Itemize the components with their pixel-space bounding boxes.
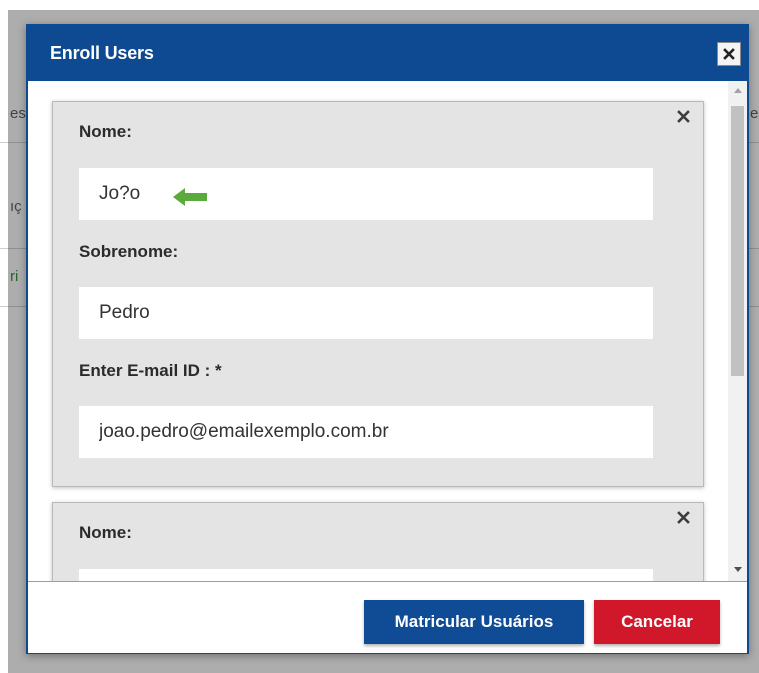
enroll-users-button[interactable]: Matricular Usuários	[364, 600, 584, 644]
first-name-field[interactable]	[79, 168, 653, 220]
scroll-up-icon[interactable]	[728, 81, 747, 98]
cancel-button[interactable]: Cancelar	[594, 600, 720, 644]
last-name-field[interactable]	[79, 287, 653, 339]
dialog-footer: Matricular Usuários Cancelar	[28, 581, 747, 653]
user-entry-card: Nome:	[52, 502, 704, 581]
email-label: Enter E-mail ID : *	[79, 361, 222, 380]
first-name-label: Nome:	[79, 122, 132, 141]
first-name-label: Nome:	[79, 523, 132, 542]
last-name-label: Sobrenome:	[79, 242, 179, 261]
user-entry-card: Nome: Sobrenome: Enter E-mail ID : *	[52, 101, 704, 487]
scrollbar-thumb[interactable]	[731, 106, 744, 376]
dialog-body[interactable]: Nome: Sobrenome: Enter E-mail ID : * Nom…	[28, 81, 747, 581]
green-arrow-left-icon	[173, 188, 207, 206]
dialog-title: Enroll Users	[50, 43, 154, 63]
remove-user-close-icon[interactable]	[675, 509, 691, 525]
dialog-scrollbar[interactable]	[728, 81, 747, 581]
scroll-down-icon[interactable]	[728, 561, 747, 578]
email-field[interactable]	[79, 406, 653, 458]
dialog-header: Enroll Users	[28, 26, 747, 81]
close-icon[interactable]	[717, 42, 741, 66]
first-name-field[interactable]	[79, 569, 653, 581]
enroll-users-dialog: Enroll Users Nome: Sobrenome: Enter E-ma…	[26, 24, 749, 654]
remove-user-close-icon[interactable]	[675, 108, 691, 124]
